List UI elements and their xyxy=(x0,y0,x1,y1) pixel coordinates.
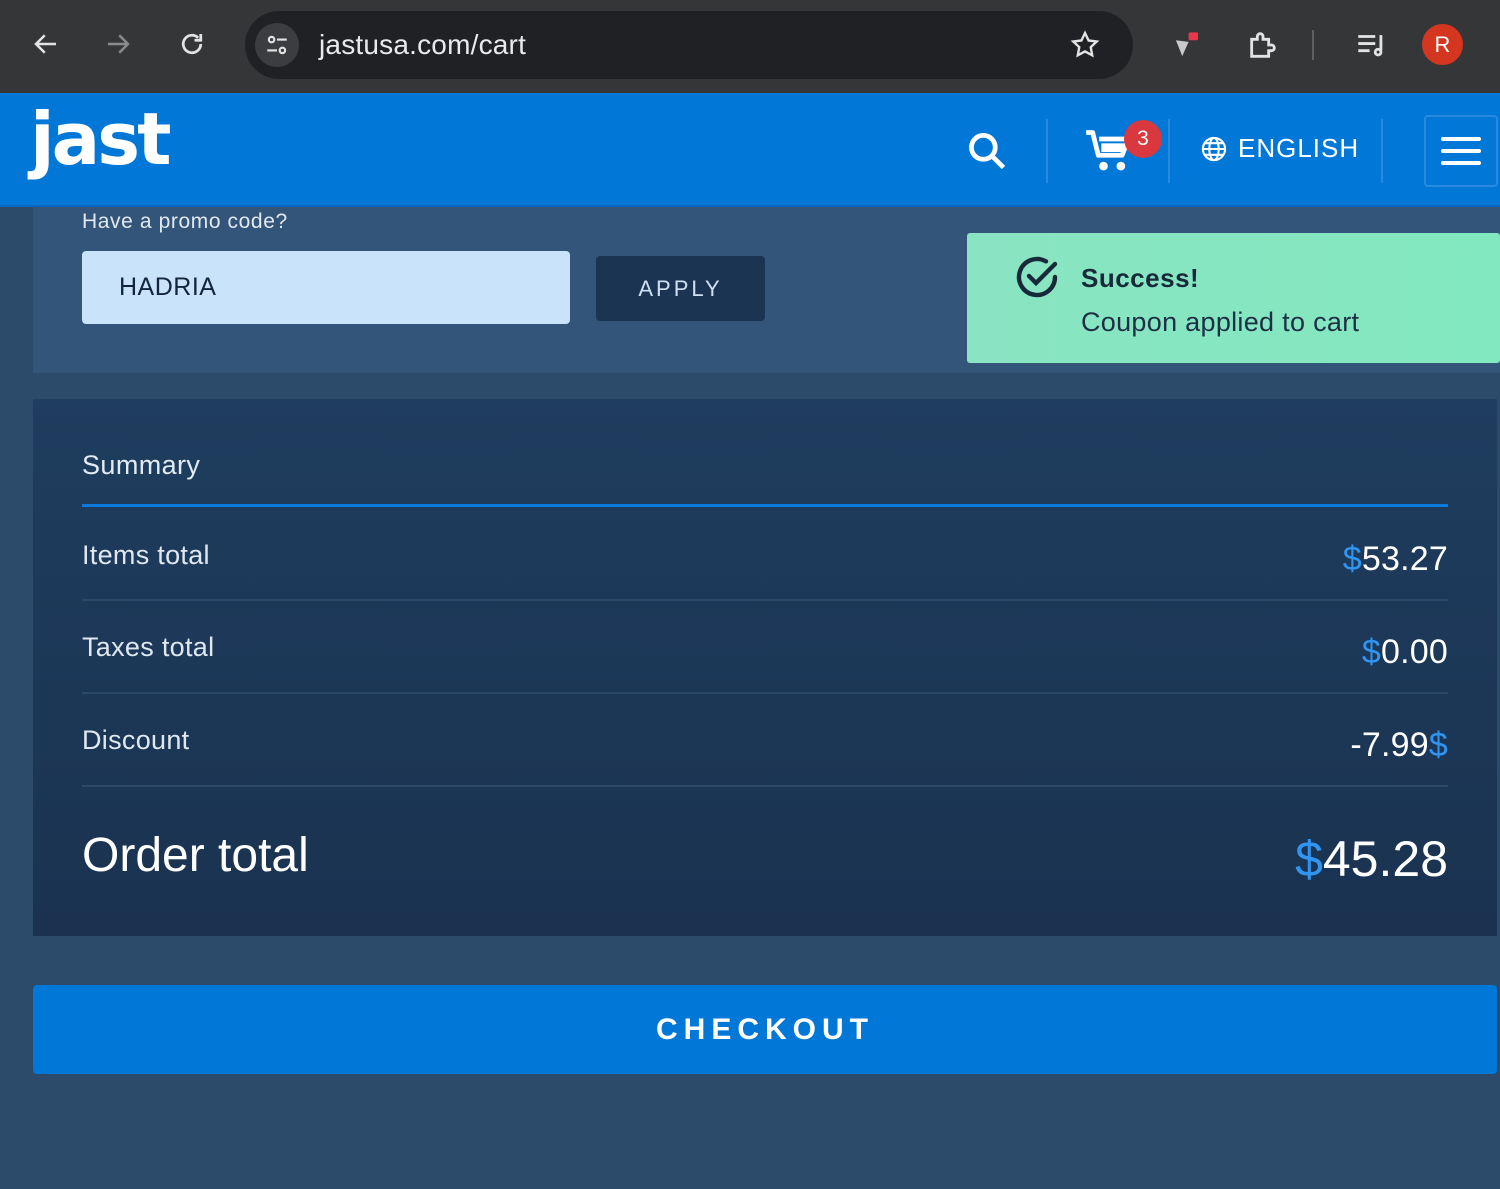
currency-symbol: $ xyxy=(1295,831,1323,887)
promo-label: Have a promo code? xyxy=(82,210,288,233)
bookmark-star-icon[interactable] xyxy=(1065,26,1105,64)
language-selector[interactable]: ENGLISH xyxy=(1200,133,1359,164)
reload-icon[interactable] xyxy=(170,22,214,66)
profile-avatar[interactable]: R xyxy=(1422,24,1463,65)
browser-toolbar: jastusa.com/cart R xyxy=(0,0,1500,93)
site-header: jast ENGLISH xyxy=(0,93,1500,207)
toolbar-divider xyxy=(1312,30,1314,60)
media-queue-icon[interactable] xyxy=(1348,22,1394,68)
checkout-button[interactable]: CHECKOUT xyxy=(33,985,1497,1074)
hamburger-menu-icon[interactable] xyxy=(1424,115,1498,187)
search-icon[interactable] xyxy=(962,126,1012,176)
site-info-icon[interactable] xyxy=(255,23,299,67)
extension-pin-icon[interactable] xyxy=(1164,22,1210,68)
currency-symbol: $ xyxy=(1342,540,1362,578)
items-total-value: $53.27 xyxy=(1343,540,1448,579)
jast-logo[interactable]: jast xyxy=(30,97,172,181)
apply-button[interactable]: APPLY xyxy=(596,256,765,321)
taxes-total-amount: 0.00 xyxy=(1381,633,1448,671)
toast-message: Coupon applied to cart xyxy=(1081,307,1360,337)
back-icon[interactable] xyxy=(24,22,68,66)
url-text: jastusa.com/cart xyxy=(319,29,527,60)
check-circle-icon xyxy=(1013,253,1061,301)
language-label: ENGLISH xyxy=(1238,133,1360,163)
discount-value: -7.99$ xyxy=(1350,726,1448,765)
extensions-puzzle-icon[interactable] xyxy=(1240,22,1286,68)
summary-divider xyxy=(82,504,1448,507)
cart-count-badge: 3 xyxy=(1124,120,1162,158)
discount-label: Discount xyxy=(82,725,190,755)
row-divider xyxy=(82,599,1448,601)
taxes-total-label: Taxes total xyxy=(82,632,215,662)
items-total-amount: 53.27 xyxy=(1361,540,1448,578)
globe-icon xyxy=(1201,136,1227,161)
header-divider xyxy=(1381,119,1383,183)
forward-icon[interactable] xyxy=(96,22,140,66)
header-divider xyxy=(1046,119,1048,183)
currency-symbol: $ xyxy=(1361,633,1382,671)
toast-title: Success! xyxy=(1081,263,1200,293)
taxes-total-value: $0.00 xyxy=(1362,633,1448,672)
order-total-amount: 45.28 xyxy=(1322,831,1448,887)
summary-title: Summary xyxy=(82,450,201,480)
items-total-label: Items total xyxy=(82,540,210,570)
header-divider xyxy=(1168,119,1170,183)
discount-amount: -7.99 xyxy=(1350,726,1429,764)
currency-symbol: $ xyxy=(1428,726,1448,764)
order-total-value: $45.28 xyxy=(1295,830,1448,888)
address-bar[interactable]: jastusa.com/cart xyxy=(245,11,1133,79)
row-divider xyxy=(82,692,1448,694)
promo-code-input[interactable] xyxy=(82,251,570,324)
row-divider xyxy=(82,785,1448,787)
order-total-label: Order total xyxy=(82,829,309,882)
success-toast: Success! Coupon applied to cart xyxy=(967,233,1500,363)
